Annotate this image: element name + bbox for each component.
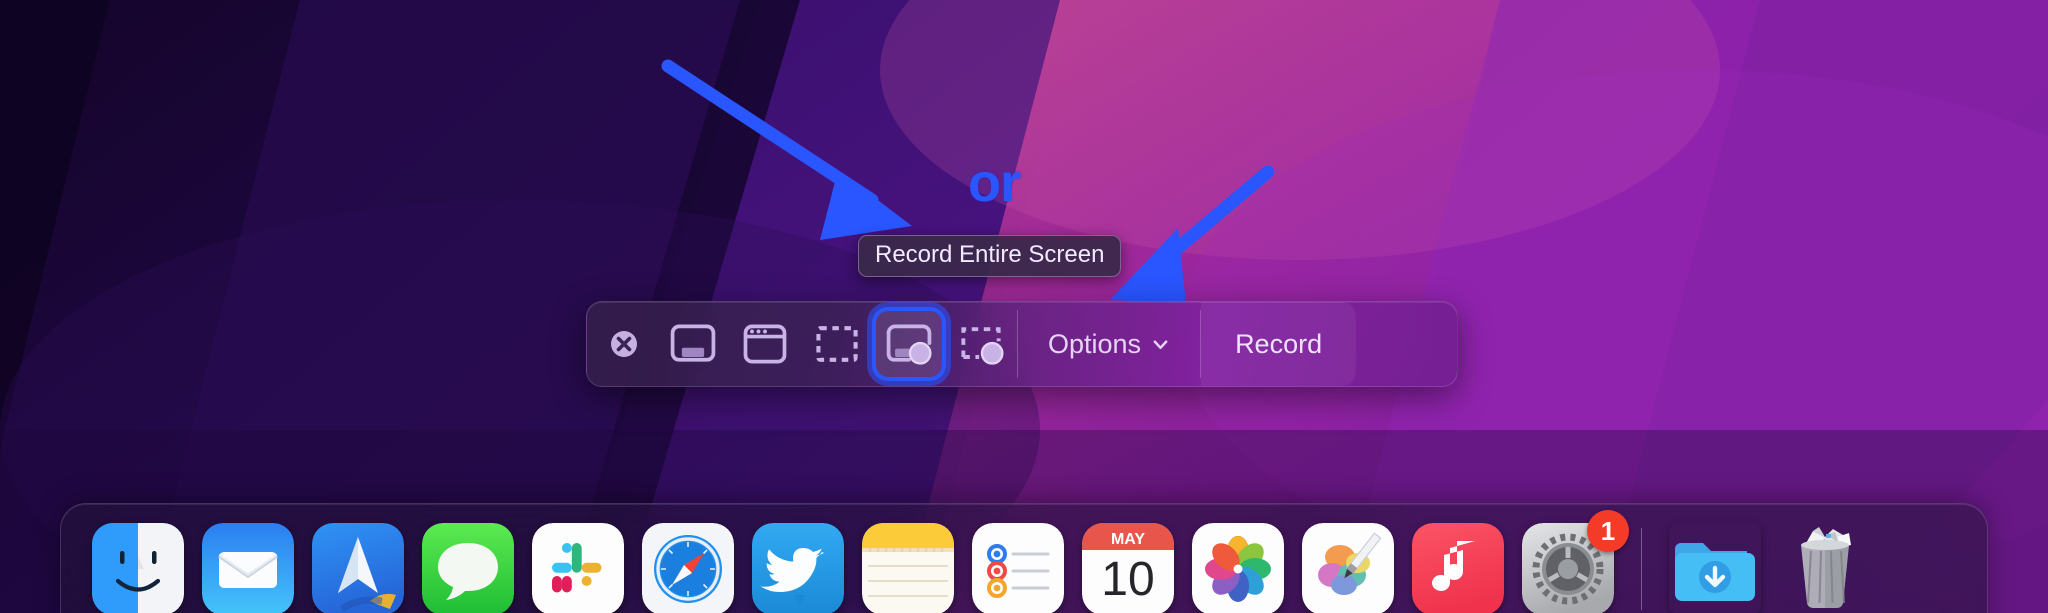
or-annotation-label: or xyxy=(968,153,1021,213)
dock-item-twitter[interactable] xyxy=(743,514,853,613)
dock-item-photos[interactable] xyxy=(1183,514,1293,613)
dock-item-downloads-folder[interactable] xyxy=(1660,514,1770,613)
dock[interactable]: MAY 10 1 xyxy=(60,503,1988,613)
dock-item-music[interactable] xyxy=(1403,514,1513,613)
capture-selected-window-button[interactable] xyxy=(732,311,798,377)
calendar-month-label: MAY xyxy=(1111,531,1145,548)
twitter-icon xyxy=(752,523,844,613)
music-icon xyxy=(1412,523,1504,613)
messages-icon xyxy=(422,523,514,613)
options-button[interactable]: Options xyxy=(1018,302,1200,386)
record-button[interactable]: Record xyxy=(1201,302,1357,386)
screenshot-capture-toolbar[interactable]: Options Record xyxy=(586,301,1458,387)
close-icon[interactable] xyxy=(607,327,641,361)
dock-item-spark[interactable] xyxy=(303,514,413,613)
record-label: Record xyxy=(1235,328,1323,359)
dock-item-reminders[interactable] xyxy=(963,514,1073,613)
display-icon xyxy=(670,324,716,362)
dock-item-preview[interactable] xyxy=(1293,514,1403,613)
notes-icon xyxy=(862,523,954,613)
dock-item-trash[interactable] xyxy=(1770,514,1880,613)
dock-item-messages[interactable] xyxy=(413,514,523,613)
status-badge: 1 xyxy=(1587,510,1629,552)
dock-item-calendar[interactable]: MAY 10 xyxy=(1073,514,1183,613)
record-selected-portion-button[interactable] xyxy=(948,311,1014,377)
slack-icon xyxy=(532,523,624,613)
capture-selected-portion-button[interactable] xyxy=(804,311,870,377)
tooltip-record-entire-screen: Record Entire Screen xyxy=(858,235,1122,277)
dashed-record-icon xyxy=(961,327,1004,365)
chevron-down-icon xyxy=(1153,339,1168,349)
dock-item-safari[interactable] xyxy=(633,514,743,613)
dock-item-system-preferences[interactable]: 1 xyxy=(1513,510,1629,613)
options-label: Options xyxy=(1048,328,1142,359)
dashed-rectangle-icon xyxy=(816,326,858,362)
calendar-day-label: 10 xyxy=(1101,553,1154,606)
mail-icon xyxy=(202,523,294,613)
dock-item-mail[interactable] xyxy=(193,514,303,613)
dock-item-finder[interactable] xyxy=(83,514,193,613)
photos-icon xyxy=(1192,523,1284,613)
window-icon xyxy=(743,324,787,364)
record-entire-screen-button[interactable] xyxy=(876,311,942,377)
dock-item-notes[interactable] xyxy=(853,514,963,613)
trash-icon xyxy=(1779,523,1871,613)
finder-icon xyxy=(92,523,184,613)
calendar-icon: MAY 10 xyxy=(1082,523,1174,613)
dock-item-slack[interactable] xyxy=(523,514,633,613)
capture-entire-screen-button[interactable] xyxy=(660,311,726,377)
dock-separator xyxy=(1641,528,1642,610)
reminders-icon xyxy=(972,523,1064,613)
preview-icon xyxy=(1302,523,1394,613)
downloads-folder-icon xyxy=(1669,523,1761,613)
spark-icon xyxy=(312,523,404,613)
safari-icon xyxy=(642,523,734,613)
display-record-icon xyxy=(886,324,932,365)
